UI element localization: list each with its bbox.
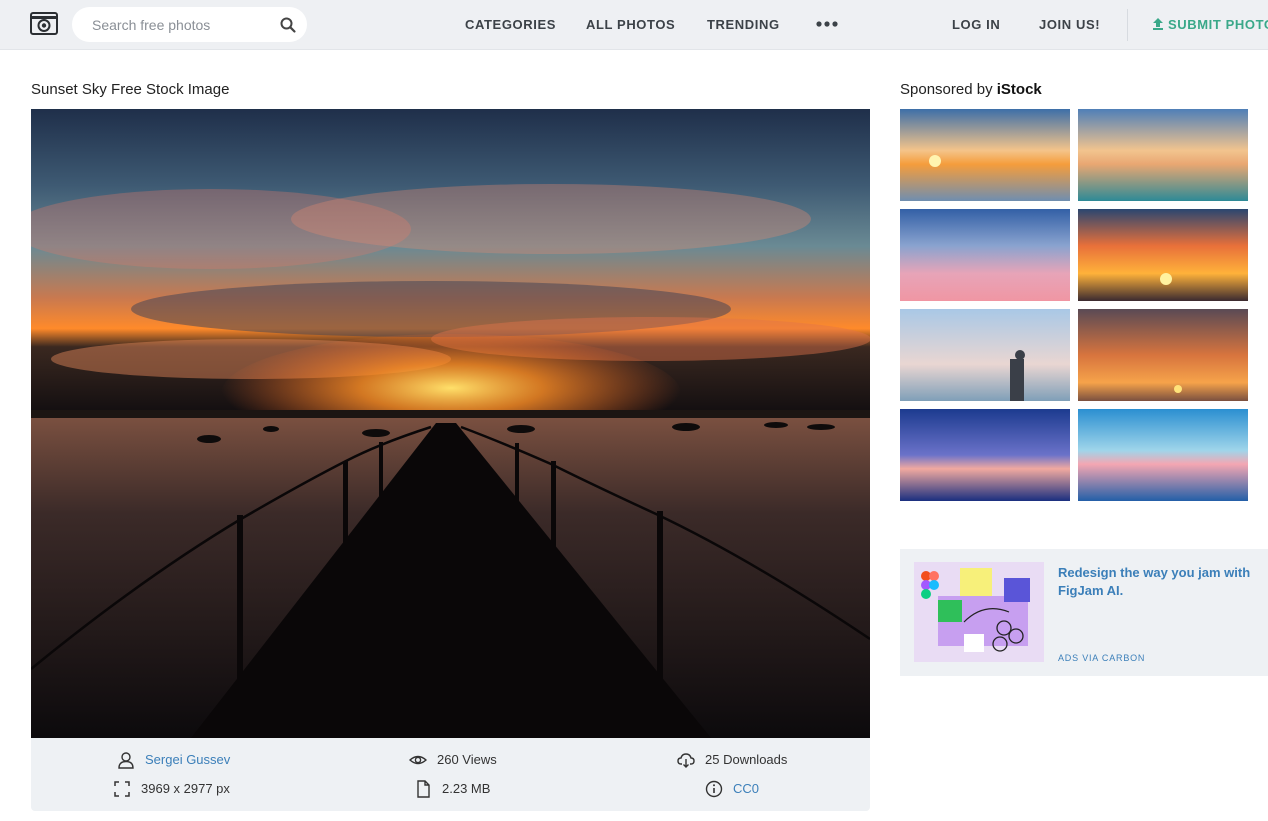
sponsored-thumbnail[interactable] [900, 109, 1070, 201]
views-value: 260 Views [437, 752, 497, 767]
nav-categories[interactable]: CATEGORIES [465, 0, 556, 50]
camera-logo-icon[interactable] [30, 12, 58, 35]
eye-icon [409, 755, 427, 765]
user-icon [118, 752, 134, 769]
search-input[interactable] [92, 7, 272, 42]
page-title: Sunset Sky Free Stock Image [31, 81, 230, 98]
expand-dimensions-icon [114, 781, 130, 797]
join-us-link[interactable]: JOIN US! [1039, 0, 1100, 50]
info-icon [705, 780, 723, 798]
figjam-ad-image[interactable] [914, 562, 1044, 662]
ad-headline-link[interactable]: Redesign the way you jam with FigJam AI. [1058, 564, 1263, 600]
sponsored-thumbnail[interactable] [900, 309, 1070, 401]
carbon-ad[interactable]: Redesign the way you jam with FigJam AI.… [900, 549, 1268, 676]
cloud-download-icon [677, 753, 695, 768]
submit-photo-label: SUBMIT PHOTO [1168, 17, 1268, 32]
downloads-value: 25 Downloads [705, 752, 788, 767]
sponsored-thumbnail[interactable] [900, 409, 1070, 501]
sponsored-thumbnail[interactable] [1078, 409, 1248, 501]
author-link[interactable]: Sergei Gussev [145, 750, 230, 770]
search-box [72, 7, 307, 42]
photo-details-panel: Sergei Gussev 3969 x 2977 px 260 Views 2… [31, 738, 870, 811]
sponsored-thumbnail[interactable] [900, 209, 1070, 301]
ads-via-carbon-link[interactable]: ADS VIA CARBON [1058, 653, 1145, 663]
sponsored-heading: Sponsored by iStock [900, 81, 1042, 98]
sponsor-brand[interactable]: iStock [997, 81, 1042, 98]
upload-icon [1153, 18, 1163, 30]
sponsored-thumbnail[interactable] [1078, 309, 1248, 401]
sponsored-thumbnail[interactable] [1078, 109, 1248, 201]
nav-trending[interactable]: TRENDING [707, 0, 780, 50]
nav-all-photos[interactable]: ALL PHOTOS [586, 0, 675, 50]
size-value: 2.23 MB [442, 781, 491, 796]
more-dots-icon[interactable] [815, 14, 839, 34]
header-divider [1127, 9, 1128, 41]
search-icon[interactable] [279, 16, 297, 34]
submit-photo-button[interactable]: SUBMIT PHOTO [1152, 0, 1268, 50]
main-photo[interactable] [31, 109, 870, 738]
top-navigation-bar: CATEGORIES ALL PHOTOS TRENDING LOG IN JO… [0, 0, 1268, 50]
sponsored-thumbnail[interactable] [1078, 209, 1248, 301]
sponsored-prefix: Sponsored by [900, 81, 997, 98]
log-in-link[interactable]: LOG IN [952, 0, 1000, 50]
license-link[interactable]: CC0 [733, 779, 759, 799]
file-icon [417, 780, 430, 798]
dimensions-value: 3969 x 2977 px [141, 781, 230, 796]
